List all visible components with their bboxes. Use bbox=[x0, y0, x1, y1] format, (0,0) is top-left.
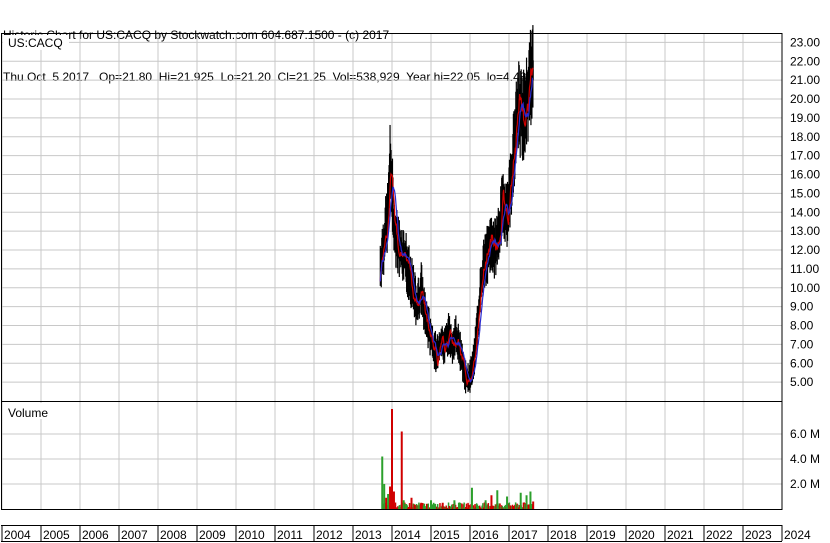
x-tick-label: 2008 bbox=[160, 528, 187, 542]
price-tick-label: 16.00 bbox=[790, 168, 820, 182]
x-tick-label: 2015 bbox=[433, 528, 460, 542]
price-tick-label: 12.00 bbox=[790, 243, 820, 257]
price-tick-label: 19.00 bbox=[790, 111, 820, 125]
price-tick-label: 5.00 bbox=[790, 375, 814, 389]
price-tick-label: 6.00 bbox=[790, 356, 814, 370]
x-tick-label: 2007 bbox=[121, 528, 148, 542]
x-tick-label: 2024 bbox=[784, 528, 811, 542]
x-tick-label: 2016 bbox=[472, 528, 499, 542]
x-tick-label: 2006 bbox=[82, 528, 109, 542]
volume-tick-label: 2.0 M bbox=[790, 477, 820, 491]
x-tick-label: 2022 bbox=[706, 528, 733, 542]
stock-chart: 23.00 22.00 21.00 20.00 19.00 18.00 17.00 16.00… bbox=[1, 25, 820, 542]
price-tick-label: 15.00 bbox=[790, 186, 820, 200]
volume-tick-label: 4.0 M bbox=[790, 452, 820, 466]
x-tick-label: 2013 bbox=[355, 528, 382, 542]
price-tick-label: 11.00 bbox=[790, 262, 819, 276]
price-panel-label: US:CACQ bbox=[8, 36, 63, 50]
x-tick-label: 2011 bbox=[277, 528, 303, 542]
price-tick-label: 20.00 bbox=[790, 92, 820, 106]
x-tick-label: 2021 bbox=[667, 528, 694, 542]
price-tick-label: 7.00 bbox=[790, 337, 814, 351]
price-tick-label: 18.00 bbox=[790, 130, 820, 144]
price-tick-label: 9.00 bbox=[790, 300, 814, 314]
price-tick-label: 13.00 bbox=[790, 224, 820, 238]
x-tick-label: 2009 bbox=[199, 528, 226, 542]
price-tick-label: 14.00 bbox=[790, 205, 820, 219]
price-tick-label: 10.00 bbox=[790, 281, 820, 295]
x-tick-label: 2005 bbox=[43, 528, 70, 542]
x-tick-label: 2020 bbox=[628, 528, 655, 542]
price-tick-label: 8.00 bbox=[790, 319, 814, 333]
x-tick-label: 2017 bbox=[511, 528, 538, 542]
x-tick-label: 2023 bbox=[745, 528, 772, 542]
x-tick-label: 2004 bbox=[4, 528, 31, 542]
price-tick-label: 21.00 bbox=[790, 73, 820, 87]
volume-panel-label: Volume bbox=[8, 406, 48, 420]
price-tick-label: 22.00 bbox=[790, 54, 820, 68]
price-tick-label: 23.00 bbox=[790, 35, 820, 49]
x-tick-label: 2018 bbox=[550, 528, 577, 542]
x-tick-label: 2010 bbox=[238, 528, 265, 542]
x-tick-label: 2014 bbox=[394, 528, 421, 542]
x-tick-label: 2012 bbox=[316, 528, 343, 542]
x-tick-label: 2019 bbox=[589, 528, 616, 542]
price-tick-label: 17.00 bbox=[790, 149, 820, 163]
volume-tick-label: 6.0 M bbox=[790, 427, 820, 441]
